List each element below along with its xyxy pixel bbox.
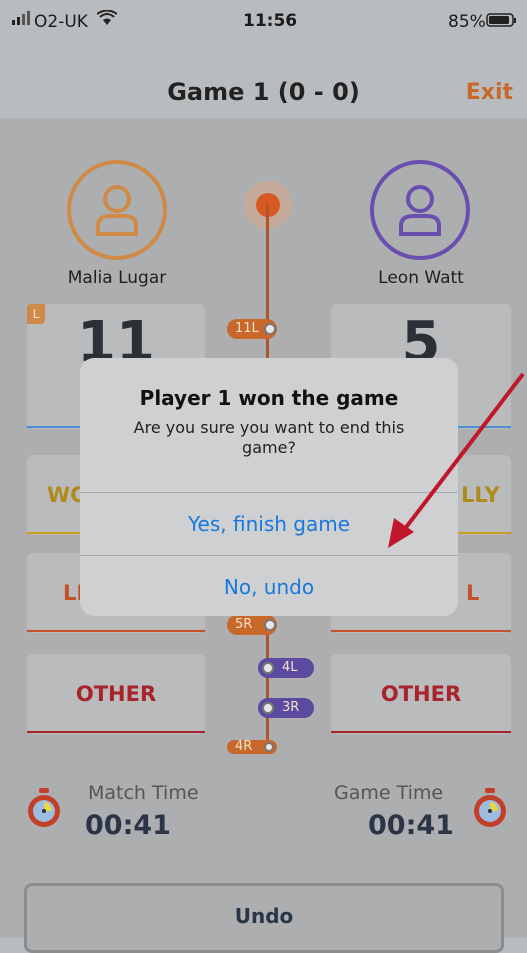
status-bar: O2-UK 11:56 85% (0, 0, 527, 46)
undo-button[interactable]: Undo (24, 883, 504, 953)
player1-avatar[interactable] (67, 160, 167, 260)
carrier-label: O2-UK (34, 12, 88, 32)
clock: 11:56 (243, 11, 298, 31)
tile-underline (27, 630, 205, 632)
battery-icon (486, 12, 518, 33)
undo-label: Undo (234, 904, 294, 928)
page-title: Game 1 (0 - 0) (167, 78, 360, 106)
undo-dialog-button[interactable]: No, undo (80, 555, 458, 616)
match-time-value: 00:41 (85, 810, 171, 841)
tile-underline (27, 731, 205, 733)
player1-other-tile[interactable]: OTHER (27, 654, 205, 734)
game-time-label: Game Time (334, 782, 444, 804)
tile-label: OTHER (380, 682, 462, 706)
user-icon (399, 185, 441, 236)
timeline-dot (262, 702, 274, 714)
pill-label: 4R (235, 740, 253, 754)
pill-label: 5R (235, 617, 253, 632)
pill-label: 4L (282, 660, 298, 675)
stopwatch-icon (24, 786, 64, 834)
battery-percent: 85% (448, 12, 486, 32)
tile-label: L (466, 581, 480, 605)
player2-avatar[interactable] (370, 160, 470, 260)
tile-underline (331, 731, 511, 733)
timeline-dot (264, 323, 276, 335)
tile-underline (331, 630, 511, 632)
player2-other-tile[interactable]: OTHER (331, 654, 511, 734)
player2-name: Leon Watt (378, 268, 464, 288)
match-time-label: Match Time (88, 782, 199, 804)
tile-label: OTHER (75, 682, 157, 706)
game-time-value: 00:41 (368, 810, 454, 841)
exit-button[interactable]: Exit (466, 80, 513, 105)
timeline-dot (264, 742, 274, 752)
pill-label: 11L (235, 321, 259, 336)
stopwatch-icon (470, 786, 510, 834)
pill-label: 3R (282, 700, 300, 715)
annotation-arrow (388, 372, 525, 548)
user-icon (96, 185, 138, 236)
wifi-icon (96, 9, 118, 31)
player1-name: Malia Lugar (67, 268, 167, 288)
timeline-dot (262, 662, 274, 674)
timeline-dot (264, 619, 276, 631)
